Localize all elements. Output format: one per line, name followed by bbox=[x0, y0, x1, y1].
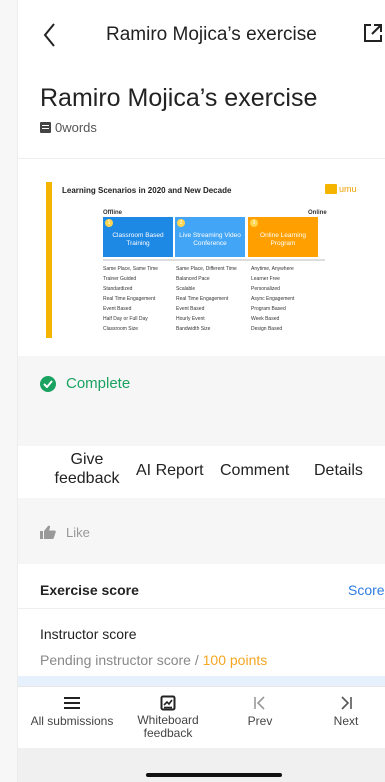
points-value: 100 points bbox=[202, 652, 268, 668]
pending-text: Pending instructor score / bbox=[40, 652, 203, 668]
header-title: Ramiro Mojica’s exercise bbox=[106, 24, 317, 45]
slide-logo: umu bbox=[325, 184, 357, 194]
header: Ramiro Mojica’s exercise bbox=[18, 0, 385, 70]
slide-cell: Classroom Size bbox=[103, 326, 139, 332]
slide-cell: Personalized bbox=[251, 286, 280, 292]
slide-cell: Event Based bbox=[103, 306, 132, 312]
highlight-strip bbox=[18, 676, 385, 686]
slide-cell: Real Time Engagement bbox=[103, 296, 156, 302]
nav-all-submissions[interactable]: All submissions bbox=[20, 695, 124, 728]
tab-comment[interactable]: Comment bbox=[220, 461, 289, 480]
score-link[interactable]: Score bbox=[348, 582, 385, 598]
instructor-score-status: Pending instructor score / 100 points bbox=[40, 652, 267, 668]
nav-label: Whiteboard feedback bbox=[137, 713, 199, 740]
instructor-score: Instructor score Pending instructor scor… bbox=[18, 620, 385, 680]
slide-offline-label: Offline bbox=[103, 210, 122, 216]
slide-cell: Balanced Pace bbox=[176, 276, 210, 282]
slide-cell: Event Based bbox=[176, 306, 205, 312]
slide-cell: Real Time Engagement bbox=[176, 296, 229, 302]
exercise-score-label: Exercise score bbox=[40, 582, 139, 598]
slide-preview[interactable]: Learning Scenarios in 2020 and New Decad… bbox=[40, 172, 385, 340]
slide-logo-text: umu bbox=[339, 184, 357, 194]
skip-previous-icon bbox=[254, 696, 265, 710]
share-button[interactable] bbox=[362, 22, 384, 44]
slide-cell: Half Day or Full Day bbox=[103, 316, 148, 322]
like-button[interactable]: Like bbox=[66, 525, 90, 540]
nav-prev[interactable]: Prev bbox=[230, 695, 290, 728]
status-label: Complete bbox=[66, 375, 131, 392]
slide-cell: Trainer Guided bbox=[103, 276, 137, 282]
slide-column-1: 1 Classroom Based Training bbox=[103, 217, 173, 257]
tab-details[interactable]: Details bbox=[314, 461, 363, 480]
slide-cell: Program Based bbox=[251, 306, 286, 312]
document-title-area: Ramiro Mojica’s exercise 0words bbox=[18, 70, 385, 159]
slide-cell: Standardized bbox=[103, 286, 133, 292]
slide-cell: Learner Free bbox=[251, 276, 280, 282]
nav-next[interactable]: Next bbox=[316, 695, 376, 728]
tab-ai-report[interactable]: AI Report bbox=[136, 461, 204, 480]
nav-label: Next bbox=[333, 714, 359, 728]
instructor-score-label: Instructor score bbox=[40, 626, 137, 642]
document-icon bbox=[40, 122, 51, 133]
slide-accent-bar bbox=[46, 182, 52, 338]
skip-next-icon bbox=[341, 696, 352, 710]
slide-cell: Scalable bbox=[176, 286, 196, 292]
slide-cell: Same Place, Different Time bbox=[176, 266, 237, 272]
chevron-left-icon bbox=[43, 23, 55, 47]
slide-cell: Bandwidth Size bbox=[176, 326, 211, 332]
column-label: Online Learning Program bbox=[260, 232, 306, 247]
word-count-text: 0words bbox=[55, 120, 97, 135]
column-label: Classroom Based Training bbox=[112, 232, 164, 247]
home-indicator[interactable] bbox=[146, 773, 282, 777]
umu-logo-icon bbox=[325, 184, 337, 194]
slide-online-label: Online bbox=[308, 210, 327, 216]
word-count: 0words bbox=[40, 120, 97, 135]
slide-cell: Anytime, Anywhere bbox=[251, 266, 294, 272]
slide-title: Learning Scenarios in 2020 and New Decad… bbox=[62, 186, 232, 195]
nav-whiteboard-feedback[interactable]: Whiteboard feedback bbox=[126, 695, 210, 740]
status-area: Complete bbox=[18, 356, 385, 446]
left-rail bbox=[0, 0, 18, 782]
slide-divider bbox=[103, 259, 325, 261]
slide-column-2: 2 Live Streaming Video Conference bbox=[175, 217, 245, 257]
slide-cell: Same Place, Same Time bbox=[103, 266, 159, 272]
slide-cell: Hourly Event bbox=[176, 316, 205, 322]
tab-give-feedback[interactable]: Give feedback bbox=[48, 450, 126, 488]
bottom-nav: All submissions Whiteboard feedback Prev… bbox=[18, 686, 385, 749]
column-number: 2 bbox=[177, 219, 185, 227]
column-label: Live Streaming Video Conference bbox=[179, 232, 241, 247]
thumbs-up-icon[interactable] bbox=[40, 525, 56, 539]
slide-cell: Design Based bbox=[251, 326, 283, 332]
column-number: 3 bbox=[250, 219, 258, 227]
whiteboard-icon bbox=[160, 695, 176, 711]
menu-icon bbox=[64, 697, 80, 709]
nav-label: All submissions bbox=[30, 714, 114, 728]
back-button[interactable] bbox=[38, 18, 62, 52]
slide-cell: Async Engagement bbox=[251, 296, 295, 302]
like-area: Like bbox=[18, 498, 385, 564]
document-title: Ramiro Mojica’s exercise bbox=[40, 84, 318, 112]
action-tabs: Give feedback AI Report Comment Details bbox=[18, 446, 385, 498]
home-indicator-area bbox=[18, 748, 385, 782]
slide-cell: Week Based bbox=[251, 316, 280, 322]
external-link-icon bbox=[364, 24, 382, 42]
check-circle-icon bbox=[40, 376, 56, 392]
exercise-score-row: Exercise score Score bbox=[18, 576, 385, 609]
column-number: 1 bbox=[105, 219, 113, 227]
slide-column-3: 3 Online Learning Program bbox=[248, 217, 318, 257]
nav-label: Prev bbox=[247, 714, 273, 728]
